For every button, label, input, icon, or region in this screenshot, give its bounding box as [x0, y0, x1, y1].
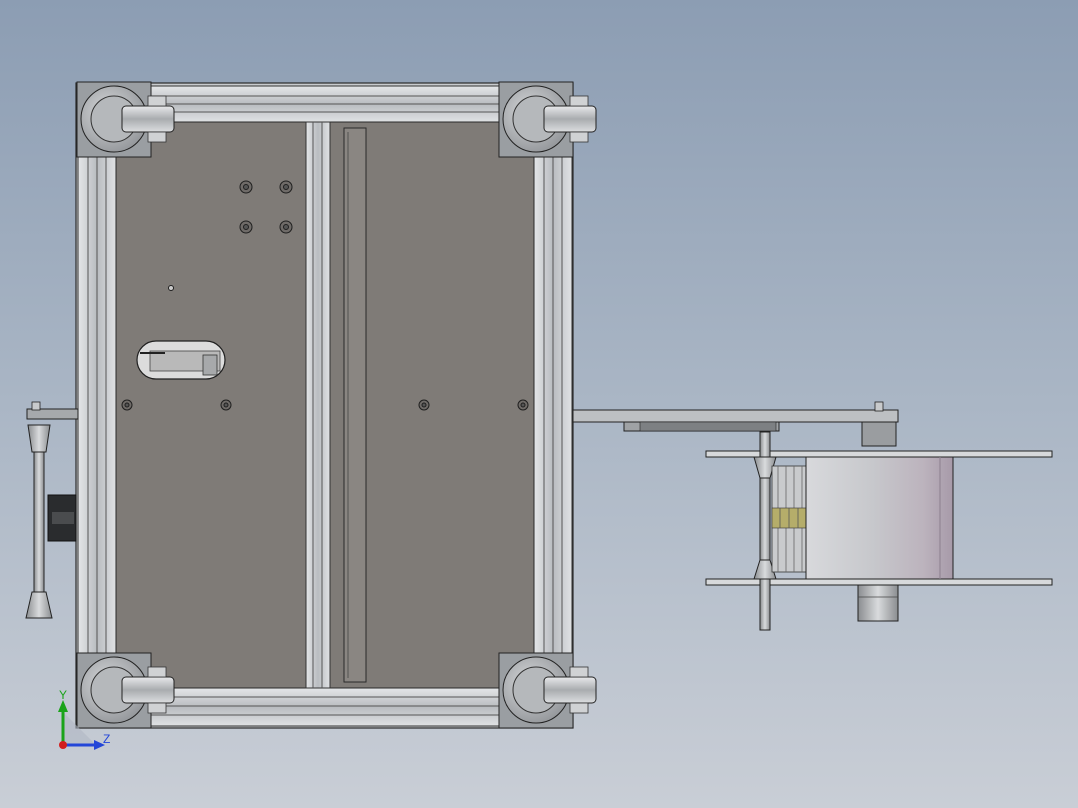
- caster-top-right: [498, 81, 597, 158]
- handle-slot: [136, 340, 226, 380]
- caster-bottom-right: [498, 652, 597, 729]
- spool-drum: [805, 456, 954, 580]
- left-panel: [115, 121, 307, 689]
- spool-bottom-flange: [705, 578, 1053, 586]
- left-stand: [25, 401, 79, 619]
- label-rollers: [771, 465, 807, 573]
- bottom-rail: [149, 687, 501, 727]
- panel-slot: [343, 127, 367, 683]
- label-spool-assembly[interactable]: [572, 401, 1053, 631]
- cart-frame[interactable]: [75, 82, 574, 729]
- axis-z-label: Z: [103, 732, 110, 746]
- axis-y-label: Y: [59, 688, 67, 702]
- support-arm: [572, 409, 899, 423]
- cad-viewport[interactable]: Y Z: [0, 0, 1078, 808]
- spool-top-flange: [705, 450, 1053, 458]
- center-rail: [305, 121, 331, 689]
